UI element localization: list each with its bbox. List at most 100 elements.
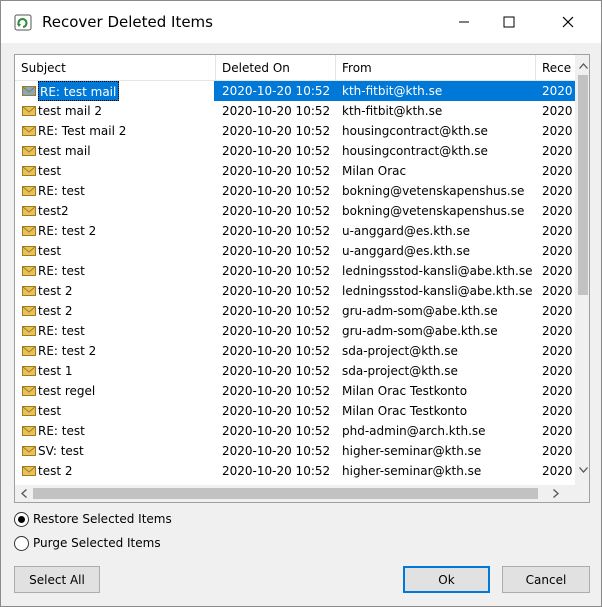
table-row[interactable]: test mail 2 2020-10-20 10:52 kth-fitbit@kt… <box>15 101 575 121</box>
cell-received: 2020 <box>542 444 573 458</box>
cell-subject: RE: test <box>38 324 85 338</box>
table-row[interactable]: RE: test 2020-10-20 10:52 ledningsstod-kan… <box>15 261 575 281</box>
scroll-down-button[interactable] <box>575 461 589 478</box>
cell-received: 2020 <box>542 124 573 138</box>
cell-from: gru-adm-som@abe.kth.se <box>342 324 498 338</box>
cell-subject: RE: test mail <box>38 81 120 101</box>
cell-received: 2020 <box>542 464 573 478</box>
cell-received: 2020 <box>542 424 573 438</box>
cell-deleted-on: 2020-10-20 10:52 <box>222 164 331 178</box>
recover-deleted-items-dialog: Recover Deleted Items Subject Deleted On… <box>0 0 602 607</box>
table-row[interactable]: RE: test 2 2020-10-20 10:52 sda-project@kt… <box>15 341 575 361</box>
cell-received: 2020 <box>542 284 573 298</box>
table-row[interactable]: SV: test 2020-10-20 10:52 higher-seminar@k… <box>15 441 575 461</box>
cell-deleted-on: 2020-10-20 10:52 <box>222 324 331 338</box>
scroll-left-button[interactable] <box>15 485 32 502</box>
cell-received: 2020 <box>542 304 573 318</box>
cell-received: 2020 <box>542 324 573 338</box>
table-row[interactable]: test2 2020-10-20 10:52 bokning@vetenskapen… <box>15 201 575 221</box>
cell-from: bokning@vetenskapenshus.se <box>342 204 525 218</box>
cell-from: ledningsstod-kansli@abe.kth.se <box>342 284 533 298</box>
radio-button-unchecked[interactable] <box>14 535 29 551</box>
restore-selected-items-radio[interactable]: Restore Selected Items <box>14 510 194 528</box>
table-row[interactable]: RE: test 2020-10-20 10:52 phd-admin@arch.k… <box>15 421 575 441</box>
envelope-icon <box>22 266 36 276</box>
column-header-deleted-on[interactable]: Deleted On <box>216 55 336 81</box>
cell-deleted-on: 2020-10-20 10:52 <box>222 184 331 198</box>
cell-received: 2020 <box>542 204 573 218</box>
chevron-right-icon <box>552 489 559 498</box>
cell-from: u-anggard@es.kth.se <box>342 244 470 258</box>
envelope-icon <box>22 126 36 136</box>
cell-from: gru-adm-som@abe.kth.se <box>342 304 498 318</box>
horizontal-scroll-thumb[interactable] <box>33 488 538 499</box>
cell-from: higher-seminar@kth.se <box>342 444 482 458</box>
column-header-subject[interactable]: Subject <box>15 55 216 81</box>
envelope-icon <box>22 446 36 456</box>
cell-subject: test mail 2 <box>38 104 103 118</box>
close-button[interactable] <box>545 1 591 43</box>
cell-from: kth-fitbit@kth.se <box>342 104 443 118</box>
cell-deleted-on: 2020-10-20 10:52 <box>222 264 331 278</box>
purge-selected-items-radio[interactable]: Purge Selected Items <box>14 534 194 552</box>
deleted-items-list[interactable]: Subject Deleted On From Rece RE: test ma… <box>14 54 590 503</box>
cell-received: 2020 <box>542 224 573 238</box>
cell-subject: test regel <box>38 384 96 398</box>
cell-deleted-on: 2020-10-20 10:52 <box>222 304 331 318</box>
envelope-icon <box>22 186 36 196</box>
cell-subject: RE: test <box>38 264 85 278</box>
vertical-scroll-thumb[interactable] <box>578 75 588 295</box>
minimize-button[interactable] <box>441 1 487 43</box>
cell-subject: test mail <box>38 144 91 158</box>
cell-from: kth-fitbit@kth.se <box>342 84 443 98</box>
dialog-title: Recover Deleted Items <box>42 13 213 31</box>
cell-from: sda-project@kth.se <box>342 364 458 378</box>
table-row[interactable]: test 1 2020-10-20 10:52 sda-project@kth.se… <box>15 361 575 381</box>
select-all-button[interactable]: Select All <box>14 566 100 593</box>
table-row[interactable]: RE: test mail 2020-10-20 10:52 kth-fitbit@… <box>15 81 575 101</box>
table-row[interactable]: test 2020-10-20 10:52 Milan Orac 2020 <box>15 161 575 181</box>
list-header: Subject Deleted On From Rece <box>15 55 575 81</box>
cell-received: 2020 <box>542 184 573 198</box>
table-row[interactable]: RE: test 2020-10-20 10:52 gru-adm-som@abe.… <box>15 321 575 341</box>
cell-deleted-on: 2020-10-20 10:52 <box>222 244 331 258</box>
cancel-button[interactable]: Cancel <box>502 566 590 593</box>
envelope-icon <box>22 166 36 176</box>
column-header-received[interactable]: Rece <box>536 55 575 81</box>
table-row[interactable]: test mail 2020-10-20 10:52 housingcontract… <box>15 141 575 161</box>
cell-deleted-on: 2020-10-20 10:52 <box>222 84 331 98</box>
scroll-up-button[interactable] <box>575 57 589 74</box>
cell-from: sda-project@kth.se <box>342 344 458 358</box>
table-row[interactable]: test regel 2020-10-20 10:52 Milan Orac Tes… <box>15 381 575 401</box>
table-row[interactable]: test 2 2020-10-20 10:52 higher-seminar@kth… <box>15 461 575 481</box>
ok-button[interactable]: Ok <box>403 566 490 593</box>
table-row[interactable]: RE: Test mail 2 2020-10-20 10:52 housingco… <box>15 121 575 141</box>
table-row[interactable]: RE: test 2 2020-10-20 10:52 u-anggard@es.k… <box>15 221 575 241</box>
table-row[interactable]: test 2 2020-10-20 10:52 gru-adm-som@abe.kt… <box>15 301 575 321</box>
cell-received: 2020 <box>542 384 573 398</box>
scroll-right-button[interactable] <box>547 485 564 502</box>
cell-subject: test <box>38 404 62 418</box>
horizontal-scrollbar[interactable] <box>15 485 575 502</box>
scrollbar-corner <box>575 485 589 502</box>
cell-deleted-on: 2020-10-20 10:52 <box>222 124 331 138</box>
recover-items-icon <box>14 14 32 31</box>
cell-received: 2020 <box>542 244 573 258</box>
envelope-icon <box>22 326 36 336</box>
cell-deleted-on: 2020-10-20 10:52 <box>222 364 331 378</box>
table-row[interactable]: test 2020-10-20 10:52 Milan Orac Testkonto… <box>15 401 575 421</box>
maximize-button[interactable] <box>486 1 532 43</box>
table-row[interactable]: test 2 2020-10-20 10:52 ledningsstod-kansl… <box>15 281 575 301</box>
table-row[interactable]: RE: test 2020-10-20 10:52 bokning@vetenska… <box>15 181 575 201</box>
cell-received: 2020 <box>542 404 573 418</box>
table-row[interactable]: test 2020-10-20 10:52 u-anggard@es.kth.se 2… <box>15 241 575 261</box>
cell-received: 2020 <box>542 104 573 118</box>
radio-button-checked[interactable] <box>14 511 29 527</box>
envelope-icon <box>22 226 36 236</box>
cell-subject: RE: test <box>38 424 85 438</box>
vertical-scrollbar[interactable] <box>575 55 589 485</box>
envelope-icon <box>22 426 36 436</box>
chevron-left-icon <box>20 489 27 498</box>
envelope-icon <box>22 146 36 156</box>
column-header-from[interactable]: From <box>336 55 536 81</box>
